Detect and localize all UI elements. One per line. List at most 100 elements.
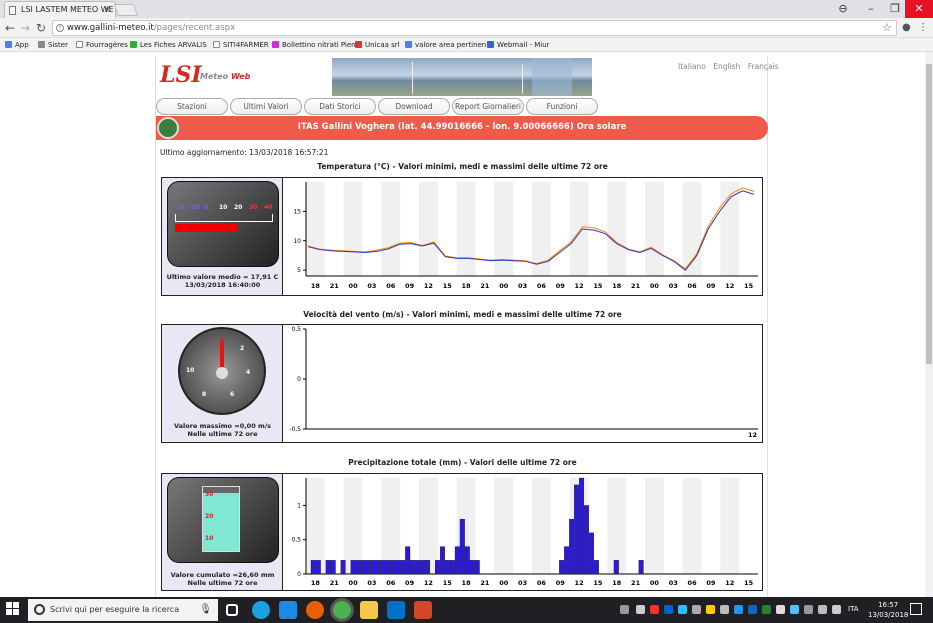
thermometer-widget: -20 -10 0 10 20 30 40 Ultimo valore medio = 17…: [162, 178, 283, 295]
firefox-icon[interactable]: [306, 601, 324, 619]
page-scrollbar[interactable]: [925, 52, 933, 597]
notifications-icon[interactable]: [910, 603, 922, 615]
volume-icon[interactable]: [832, 605, 841, 614]
new-tab-button[interactable]: [113, 4, 139, 16]
bookmarks-bar: App Sister Fourragères Les Fiches ARVALI…: [0, 38, 933, 52]
rain-x-tick-label: 09: [405, 579, 415, 587]
reload-icon[interactable]: ↻: [36, 20, 46, 36]
scrollbar-thumb[interactable]: [926, 64, 932, 364]
extension-icon[interactable]: ●: [902, 20, 911, 36]
info-icon[interactable]: i: [56, 24, 64, 32]
rain-caption-period: Nelle ultime 72 ore: [187, 579, 258, 587]
url-path: /pages/recent.aspx: [153, 23, 236, 33]
tray-app-icon-6[interactable]: [720, 605, 729, 614]
rain-bar: [593, 560, 599, 575]
rain-bar: [579, 477, 585, 575]
people-icon[interactable]: [620, 605, 629, 614]
bookmark-bollettino[interactable]: Bollettino nitrati Pien: [272, 38, 356, 52]
bookmark-siti4farmer[interactable]: SITI4FARMER: [213, 38, 269, 52]
tray-app-icon-10[interactable]: [776, 605, 785, 614]
temperature-x-tick-label: 06: [386, 282, 396, 290]
menu-funzioni[interactable]: Funzioni: [526, 98, 598, 115]
windows-taskbar: Scrivi qui per eseguire la ricerca 🎙 ITA…: [0, 597, 933, 623]
menu-ultimi-valori[interactable]: Ultimi Valori: [230, 98, 302, 115]
battery-icon[interactable]: [804, 605, 813, 614]
edge-icon[interactable]: [279, 601, 297, 619]
rain-bar: [638, 560, 644, 575]
bookmark-sister[interactable]: Sister: [38, 38, 68, 52]
taskbar-clock[interactable]: 16:57 13/03/2018: [868, 600, 908, 620]
bookmark-unicaa[interactable]: Unicaa srl: [355, 38, 400, 52]
tray-app-icon-11[interactable]: [790, 605, 799, 614]
rain-bar: [469, 560, 475, 575]
tray-app-icon-8[interactable]: [748, 605, 757, 614]
menu-icon[interactable]: ⋮: [918, 20, 928, 36]
outlook-icon[interactable]: [387, 601, 405, 619]
rain-x-tick-label: 15: [443, 579, 453, 587]
rain-bar: [564, 546, 570, 575]
url-field[interactable]: i www.gallini-meteo.it/pages/recent.aspx…: [52, 20, 897, 36]
menu-dati-storici[interactable]: Dati Storici: [304, 98, 376, 115]
temperature-x-tick-label: 06: [688, 282, 698, 290]
menu-report-giornalieri[interactable]: Report Giornalieri: [452, 98, 524, 115]
wind-caption-period: Nelle ultime 72 ore: [187, 430, 258, 438]
rain-bar: [360, 560, 366, 575]
tray-app-icon-7[interactable]: [734, 605, 743, 614]
tray-app-icon-3[interactable]: [678, 605, 687, 614]
wind-dial-label: 2: [240, 345, 245, 352]
rain-x-tick-label: 09: [556, 579, 566, 587]
browser-tab[interactable]: LSI LASTEM METEO WE ×: [4, 1, 116, 18]
rain-y-tick-label: 1: [297, 502, 301, 509]
thermometer-scale-label: 30: [249, 204, 258, 211]
thermometer-scale-label: -10: [189, 204, 200, 211]
bookmark-arvalis[interactable]: Les Fiches ARVALIS: [130, 38, 207, 52]
lang-italiano[interactable]: Italiano: [678, 62, 706, 71]
taskbar-search[interactable]: Scrivi qui per eseguire la ricerca 🎙: [28, 599, 218, 621]
rain-bar: [390, 560, 396, 575]
powerpoint-icon[interactable]: [414, 601, 432, 619]
temperature-x-tick-label: 09: [556, 282, 566, 290]
menu-download[interactable]: Download: [378, 98, 450, 115]
temperature-level-bar: [175, 224, 237, 232]
bookmark-star-icon[interactable]: ☆: [882, 21, 892, 35]
rain-x-tick-label: 03: [518, 579, 527, 587]
rain-bar: [574, 484, 580, 575]
menu-stazioni[interactable]: Stazioni: [156, 98, 228, 115]
bookmark-valore-area[interactable]: valore area pertinen: [405, 38, 486, 52]
rain-x-tick-label: 06: [688, 579, 698, 587]
bookmark-apps[interactable]: App: [5, 38, 29, 52]
rain-bar: [400, 560, 406, 575]
forward-icon[interactable]: →: [20, 20, 30, 36]
tray-app-icon-5[interactable]: [706, 605, 715, 614]
file-explorer-icon[interactable]: [360, 601, 378, 619]
close-window-button[interactable]: ✕: [905, 0, 933, 18]
tray-app-icon-4[interactable]: [692, 605, 701, 614]
skype-icon[interactable]: [252, 601, 270, 619]
rain-grid-band: [381, 478, 401, 574]
tray-app-icon-2[interactable]: [664, 605, 673, 614]
mail-tray-icon[interactable]: [636, 605, 645, 614]
bookmark-webmail[interactable]: Webmail - Miur: [487, 38, 550, 52]
lsi-meteo-web-logo[interactable]: LSI Meteo Web: [158, 62, 268, 92]
close-tab-icon[interactable]: ×: [103, 2, 111, 18]
tray-app-icon-9[interactable]: [762, 605, 771, 614]
temperature-y-tick-label: 10: [293, 238, 301, 245]
lang-english[interactable]: English: [713, 62, 740, 71]
input-language[interactable]: ITA: [848, 605, 859, 613]
start-button[interactable]: [6, 602, 20, 616]
lang-francais[interactable]: Français: [748, 62, 779, 71]
network-icon[interactable]: [818, 605, 827, 614]
microphone-icon[interactable]: 🎙: [199, 599, 212, 621]
task-view-icon[interactable]: [226, 604, 238, 616]
search-placeholder: Scrivi qui per eseguire la ricerca: [50, 605, 180, 614]
tray-app-icon-1[interactable]: [650, 605, 659, 614]
bookmark-fourrageres[interactable]: Fourragères: [76, 38, 128, 52]
chrome-icon[interactable]: [333, 601, 351, 619]
temperature-x-tick-label: 12: [424, 282, 433, 290]
temperature-caption: Ultimo valore medio = 17,91 C: [166, 273, 279, 281]
rain-gauge: 30 20 10: [167, 477, 279, 563]
back-icon[interactable]: ←: [5, 20, 15, 36]
page-icon: [9, 6, 16, 15]
profile-icon[interactable]: ⊖: [829, 0, 857, 18]
wind-dial: 2 4 6 8 10: [178, 327, 266, 415]
